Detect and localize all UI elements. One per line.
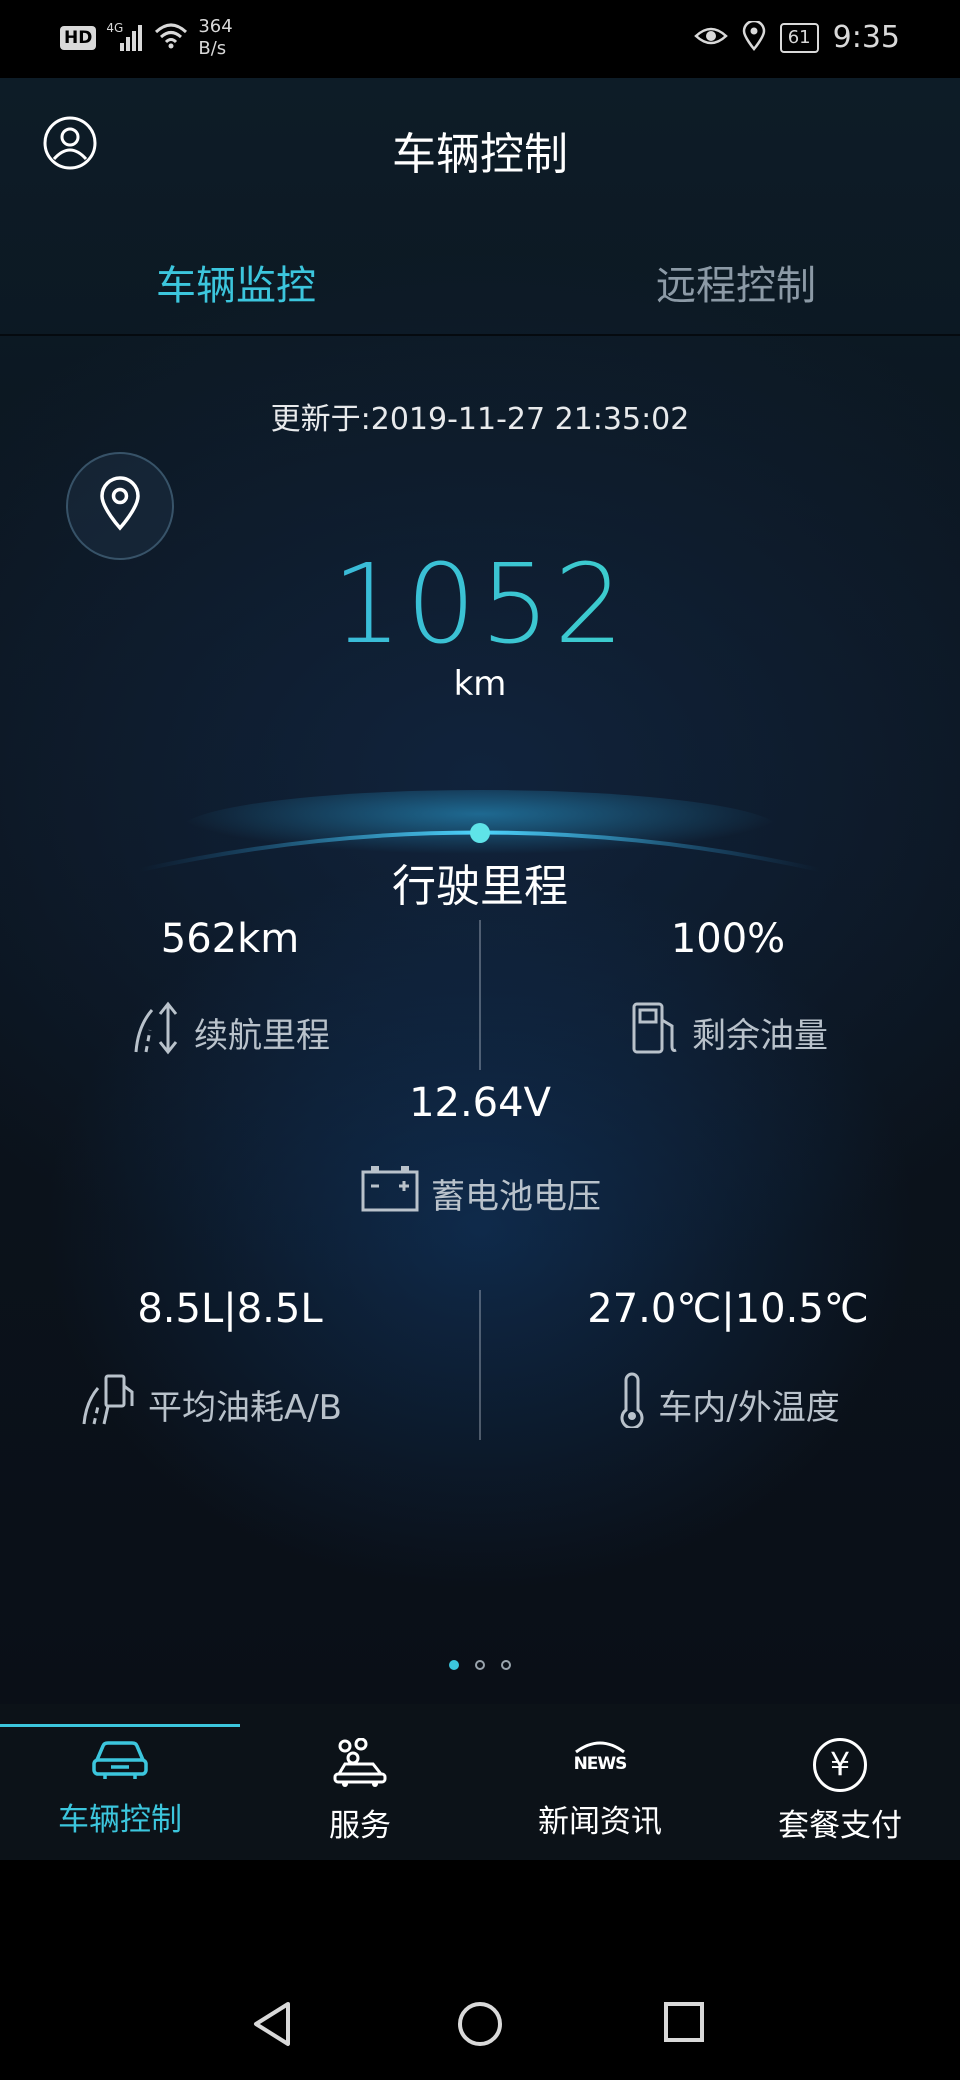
nav-news[interactable]: NEWS 新闻资讯 (480, 1704, 720, 1860)
avg-consumption-label-text: 平均油耗A/B (147, 1388, 343, 1428)
odometer-value: 1052 (0, 540, 960, 668)
thermometer-icon (616, 1372, 648, 1437)
home-icon[interactable] (456, 2000, 504, 2052)
eye-icon (693, 24, 728, 52)
back-icon[interactable] (250, 2000, 294, 2052)
tab-remote-control[interactable]: 远程控制 (496, 253, 960, 311)
car-icon (91, 1738, 149, 1786)
range-stat: 续航里程 (30, 1000, 430, 1065)
yuan-symbol: ¥ (829, 1745, 851, 1783)
car-battery-icon (359, 1164, 421, 1223)
recents-icon[interactable] (662, 2000, 706, 2048)
battery-indicator: 61 (779, 22, 819, 53)
range-road-icon (130, 1000, 184, 1065)
battery-voltage-stat: 蓄电池电压 (280, 1164, 680, 1223)
status-right: 61 9:35 (693, 19, 900, 55)
nav-active-indicator (0, 1724, 240, 1727)
divider (479, 1290, 481, 1440)
map-pin-icon (96, 476, 144, 536)
status-bar: HD 4G 364 B/s 61 9:35 (0, 0, 960, 78)
tab-vehicle-monitor[interactable]: 车辆监控 (0, 253, 476, 311)
page-dot[interactable] (501, 1660, 511, 1670)
status-left: HD 4G 364 B/s (60, 16, 233, 60)
signal-icon: 4G (106, 21, 144, 53)
temperature-label-text: 车内/外温度 (658, 1388, 840, 1428)
fuel-stat: 剩余油量 (528, 1000, 928, 1065)
network-speed-value: 364 (198, 16, 233, 37)
clock: 9:35 (832, 20, 900, 55)
network-speed: 364 B/s (198, 16, 232, 60)
divider (479, 920, 481, 1070)
nav-vehicle-control[interactable]: 车辆控制 (0, 1704, 240, 1860)
service-icon (331, 1737, 389, 1792)
fuel-pump-icon (628, 1000, 682, 1065)
wifi-icon (154, 22, 188, 54)
page-indicator (0, 1660, 960, 1670)
news-icon-text: NEWS (573, 1754, 628, 1774)
nav-package-payment[interactable]: ¥ 套餐支付 (720, 1704, 960, 1860)
bottom-nav: 车辆控制 服务 NEWS 新闻资讯 ¥ 套餐支付 (0, 1704, 960, 1860)
nav-label: 服务 (329, 1808, 391, 1844)
nav-label: 新闻资讯 (538, 1804, 662, 1840)
range-value: 562km (160, 916, 300, 962)
fuel-label-text: 剩余油量 (692, 1016, 828, 1056)
network-speed-unit: B/s (198, 38, 227, 59)
news-icon: NEWS (570, 1738, 630, 1788)
hd-badge: HD (60, 26, 97, 50)
tab-divider (0, 334, 960, 336)
page-dot[interactable] (475, 1660, 485, 1670)
battery-voltage-value: 12.64V (409, 1080, 551, 1126)
update-timestamp: 更新于:2019-11-27 21:35:02 (270, 402, 690, 437)
odometer-unit: km (453, 664, 507, 704)
nav-label: 车辆控制 (58, 1802, 182, 1838)
location-status-icon (742, 19, 766, 55)
temperature-value: 27.0℃|10.5℃ (587, 1286, 869, 1332)
odometer-label: 行驶里程 (392, 861, 568, 912)
page-dot[interactable] (449, 1660, 459, 1670)
fuel-value: 100% (670, 916, 786, 962)
battery-voltage-label-text: 蓄电池电压 (431, 1177, 601, 1217)
page-title: 车辆控制 (392, 129, 568, 180)
system-nav-bar (0, 1860, 960, 2080)
avg-consumption-value: 8.5L|8.5L (137, 1286, 323, 1332)
range-label-text: 续航里程 (194, 1016, 330, 1056)
temperature-stat: 车内/外温度 (528, 1372, 928, 1437)
fuel-consumption-icon (78, 1372, 138, 1437)
nav-service[interactable]: 服务 (240, 1704, 480, 1860)
avg-consumption-stat: 平均油耗A/B (10, 1372, 410, 1437)
yuan-icon: ¥ (813, 1738, 867, 1792)
nav-label: 套餐支付 (778, 1808, 902, 1844)
